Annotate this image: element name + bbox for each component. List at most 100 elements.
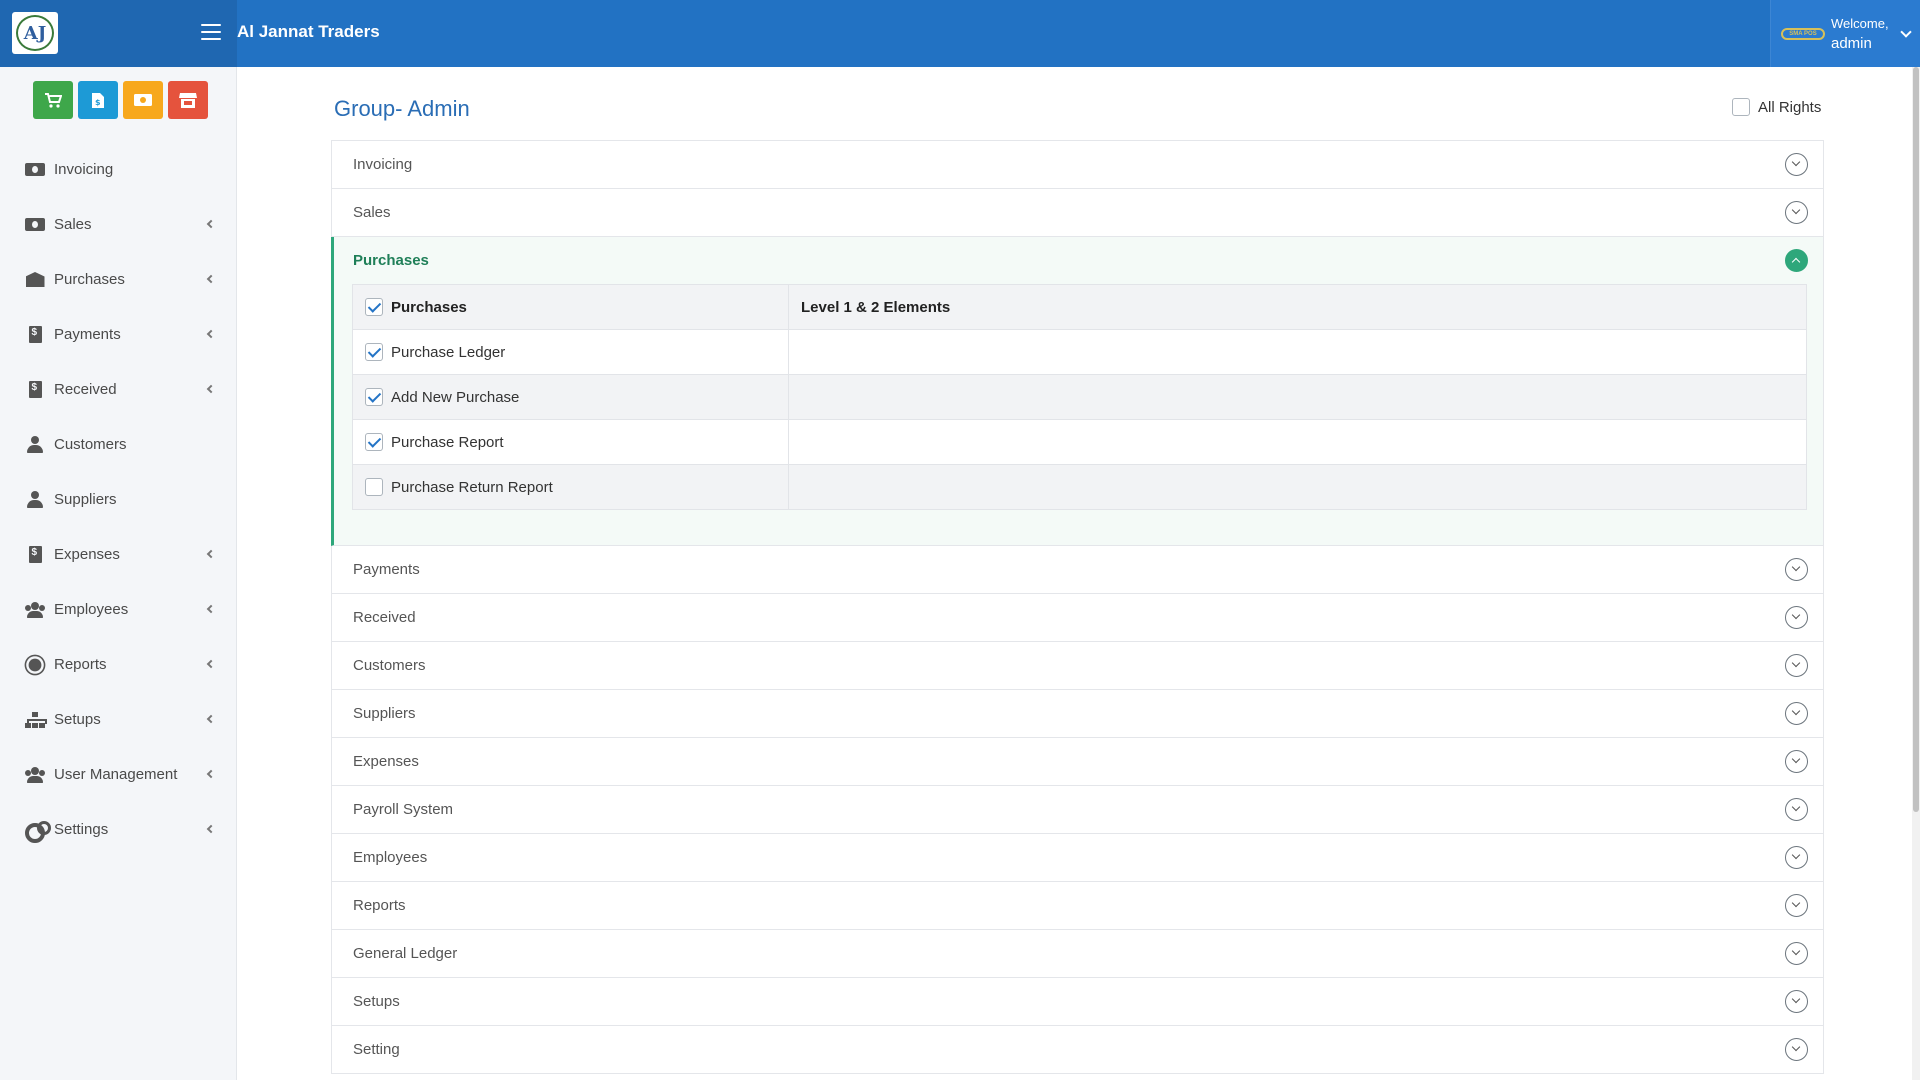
cash-button[interactable]: [123, 81, 163, 119]
pos-button[interactable]: [33, 81, 73, 119]
accordion-header[interactable]: Sales: [332, 189, 1823, 236]
all-rights-checkbox[interactable]: All Rights: [1732, 98, 1821, 116]
accordion-item-general-ledger: General Ledger: [332, 930, 1823, 978]
sidebar-item-label: Customers: [54, 436, 127, 453]
checkbox-add-new-purchase[interactable]: [365, 388, 383, 406]
accordion-header[interactable]: Payroll System: [332, 786, 1823, 833]
accordion-header[interactable]: General Ledger: [332, 930, 1823, 977]
user-menu[interactable]: SMA POS Welcome, admin: [1770, 0, 1920, 67]
accordion-header[interactable]: Setups: [332, 978, 1823, 1025]
permissions-table: Purchases Level 1 & 2 Elements Purchase …: [352, 284, 1807, 510]
accordion-body: Purchases Level 1 & 2 Elements Purchase …: [334, 284, 1823, 545]
sidebar-item-label: Payments: [54, 326, 121, 343]
pos-badge-icon: SMA POS: [1781, 28, 1825, 40]
sidebar-item-payments[interactable]: Payments: [0, 307, 237, 362]
chevron-left-icon: [206, 659, 216, 669]
accordion-item-payments: Payments: [332, 546, 1823, 594]
logo-mark: AJ: [16, 15, 54, 51]
chevron-down-icon[interactable]: [1785, 846, 1808, 869]
warehouse-icon: [24, 271, 46, 289]
accordion-header[interactable]: Purchases: [334, 237, 1823, 284]
chevron-down-icon[interactable]: [1785, 702, 1808, 725]
chevron-up-icon[interactable]: [1785, 249, 1808, 272]
chevron-down-icon[interactable]: [1785, 1038, 1808, 1061]
permissions-accordion: Invoicing Sales Purchases Purchases Leve…: [331, 140, 1824, 1074]
sidebar-item-reports[interactable]: Reports: [0, 637, 237, 692]
accordion-item-employees: Employees: [332, 834, 1823, 882]
accordion-header[interactable]: Suppliers: [332, 690, 1823, 737]
chevron-down-icon[interactable]: [1785, 654, 1808, 677]
checkbox-purchases[interactable]: [365, 298, 383, 316]
column-header: Level 1 & 2 Elements: [788, 284, 1807, 330]
accordion-header[interactable]: Employees: [332, 834, 1823, 881]
invoice-button[interactable]: $: [78, 81, 118, 119]
cogs-icon: [24, 820, 51, 843]
chevron-down-icon[interactable]: [1785, 990, 1808, 1013]
sitemap-icon: [24, 711, 47, 729]
accordion-title: Payments: [353, 561, 420, 578]
permission-label: Purchase Ledger: [391, 343, 506, 361]
sidebar-item-suppliers[interactable]: Suppliers: [0, 472, 237, 527]
menu-toggle-icon[interactable]: [201, 24, 221, 42]
chevron-down-icon[interactable]: [1785, 606, 1808, 629]
accordion-item-invoicing: Invoicing: [332, 141, 1823, 189]
sidebar-item-employees[interactable]: Employees: [0, 582, 237, 637]
accordion-item-reports: Reports: [332, 882, 1823, 930]
sidebar-item-settings[interactable]: Settings: [0, 802, 237, 857]
accordion-header[interactable]: Setting: [332, 1026, 1823, 1073]
accordion-title: Setting: [353, 1041, 400, 1058]
users-icon: [24, 766, 46, 784]
sidebar-item-label: Suppliers: [54, 491, 117, 508]
chevron-down-icon[interactable]: [1785, 558, 1808, 581]
checkbox-purchase-ledger[interactable]: [365, 343, 383, 361]
chevron-down-icon[interactable]: [1785, 894, 1808, 917]
accordion-item-suppliers: Suppliers: [332, 690, 1823, 738]
permission-label: Purchase Return Report: [391, 478, 553, 496]
checkbox-purchase-return-report[interactable]: [365, 478, 383, 496]
sidebar-item-received[interactable]: Received: [0, 362, 237, 417]
sidebar-item-setups[interactable]: Setups: [0, 692, 237, 747]
accordion-header[interactable]: Payments: [332, 546, 1823, 593]
sidebar-item-label: Purchases: [54, 271, 125, 288]
money-bill-icon: [134, 94, 152, 106]
sidebar-item-expenses[interactable]: Expenses: [0, 527, 237, 582]
chevron-down-icon[interactable]: [1785, 942, 1808, 965]
sidebar-item-sales[interactable]: Sales: [0, 197, 237, 252]
chevron-left-icon: [206, 274, 216, 284]
all-rights-label: All Rights: [1758, 98, 1822, 116]
accordion-title: Reports: [353, 897, 406, 914]
chevron-down-icon[interactable]: [1900, 26, 1912, 38]
accordion-header[interactable]: Expenses: [332, 738, 1823, 785]
accordion-header[interactable]: Invoicing: [332, 141, 1823, 188]
chevron-down-icon[interactable]: [1785, 153, 1808, 176]
accordion-header[interactable]: Reports: [332, 882, 1823, 929]
table-cell: Purchase Ledger: [352, 329, 789, 375]
sidebar-item-invoicing[interactable]: Invoicing: [0, 142, 237, 197]
chevron-down-icon[interactable]: [1785, 201, 1808, 224]
accordion-item-setting: Setting: [332, 1026, 1823, 1074]
sidebar-item-customers[interactable]: Customers: [0, 417, 237, 472]
sidebar-item-purchases[interactable]: Purchases: [0, 252, 237, 307]
chevron-down-icon[interactable]: [1785, 750, 1808, 773]
chevron-left-icon: [206, 824, 216, 834]
chevron-left-icon: [206, 769, 216, 779]
sidebar-item-label: Invoicing: [54, 161, 114, 178]
welcome-text: Welcome, admin: [1831, 14, 1889, 54]
checkbox-purchase-report[interactable]: [365, 433, 383, 451]
money-bill-icon: [24, 216, 46, 234]
accordion-header[interactable]: Received: [332, 594, 1823, 641]
store-button[interactable]: [168, 81, 208, 119]
table-row: Add New Purchase: [352, 374, 1807, 420]
table-cell: Purchase Report: [352, 419, 789, 465]
company-logo[interactable]: AJ: [12, 12, 58, 54]
accordion-title: Received: [353, 609, 416, 626]
checkbox[interactable]: [1732, 98, 1750, 116]
table-cell: Purchase Return Report: [352, 464, 789, 510]
app-title: Al Jannat Traders: [237, 22, 380, 41]
chevron-down-icon[interactable]: [1785, 798, 1808, 821]
table-cell: [788, 374, 1807, 420]
sidebar-item-user-management[interactable]: User Management: [0, 747, 237, 802]
page-scrollbar[interactable]: [1912, 67, 1920, 1080]
accordion-header[interactable]: Customers: [332, 642, 1823, 689]
scrollbar-thumb[interactable]: [1913, 67, 1919, 812]
